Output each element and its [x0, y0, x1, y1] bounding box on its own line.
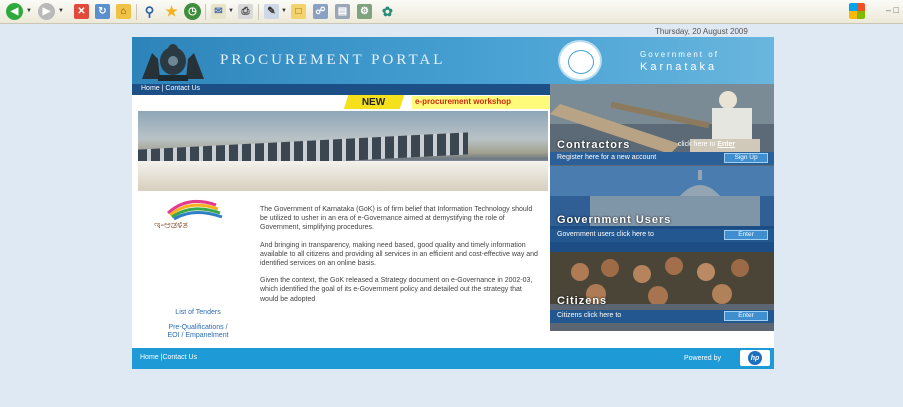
intro-paragraph-1: The Government of Karnataka (GoK) is of …: [260, 206, 533, 232]
citizens-panel: Citizens Citizens click here to Enter: [550, 252, 774, 331]
tools-icon[interactable]: ⚙: [357, 4, 372, 19]
government-users-title: Government Users: [557, 214, 672, 226]
contractors-click-prefix: click here to: [678, 141, 718, 148]
karnataka-seal-icon: [558, 40, 602, 81]
footer-links: Home |Contact Us: [140, 354, 197, 361]
citizens-title: Citizens: [557, 295, 608, 307]
history-icon[interactable]: ◷: [184, 3, 201, 20]
portal-title: PROCUREMENT PORTAL: [220, 52, 446, 68]
intro-paragraph-2: And bringing in transparency, making nee…: [260, 241, 538, 268]
karnataka-label: Karnataka: [640, 61, 718, 73]
contractors-title: Contractors: [557, 139, 631, 151]
portal-footer: Home |Contact Us Powered by hp: [132, 348, 774, 369]
top-nav: Home | Contact Us: [132, 84, 550, 95]
refresh-icon[interactable]: ↻: [95, 4, 110, 19]
list-of-tenders-link[interactable]: List of Tenders: [138, 309, 258, 317]
contractors-bar: Register here for a new account Sign Up: [550, 152, 774, 165]
back-icon[interactable]: ◀: [6, 3, 23, 20]
new-badge: NEW: [343, 95, 405, 109]
toolbar-divider: [258, 4, 259, 20]
stop-icon[interactable]: ✕: [74, 4, 89, 19]
mail-icon[interactable]: ✉: [211, 4, 226, 19]
mail-dropdown-icon[interactable]: ▼: [228, 8, 234, 14]
nav-contact-link[interactable]: Contact Us: [165, 85, 200, 92]
portal-header: PROCUREMENT PORTAL Government of Karnata…: [132, 37, 774, 84]
footer-home-link[interactable]: Home: [140, 354, 159, 361]
government-users-text: Government users click here to: [557, 231, 654, 238]
sign-up-button[interactable]: Sign Up: [724, 153, 768, 163]
intro-text: The Government of Karnataka (GoK) is of …: [260, 205, 540, 312]
karnataka-emblem-icon: [142, 44, 204, 81]
back-dropdown-icon[interactable]: ▼: [26, 8, 32, 14]
print-icon[interactable]: ⎙: [238, 4, 253, 19]
contractors-panel: Contractors click here to Enter Register…: [550, 84, 774, 166]
browser-toolbar: ◀ ▼ ▶ ▼ ✕ ↻ ⌂ ⚲ ★ ◷ ✉ ▼ ⎙ ✎ ▼ □ ☍ ▤ ⚙ ✿ …: [0, 0, 903, 24]
citizens-enter-button[interactable]: Enter: [724, 311, 768, 321]
government-users-panel: Government Users Government users click …: [550, 166, 774, 252]
dam-photo: [138, 111, 548, 191]
right-column: Contractors click here to Enter Register…: [550, 84, 774, 331]
nav-home-link[interactable]: Home: [141, 85, 160, 92]
intro-paragraph-3: Given the context, the GoK released a St…: [260, 277, 533, 303]
current-date: Thursday, 20 August 2009: [655, 27, 748, 36]
search-icon[interactable]: ⚲: [142, 4, 157, 19]
windows-logo-icon: [849, 3, 865, 19]
bluetooth-icon[interactable]: ✿: [380, 4, 395, 19]
favorites-icon[interactable]: ★: [164, 3, 179, 19]
hp-logo-text: hp: [748, 351, 762, 365]
dam-spill-shape: [138, 161, 548, 191]
toolbar-divider: [136, 4, 137, 20]
powered-by-label: Powered by: [684, 355, 721, 362]
citizens-bar: Citizens click here to Enter: [550, 310, 774, 323]
forward-dropdown-icon[interactable]: ▼: [58, 8, 64, 14]
news-row: NEW e-procurement workshop: [132, 95, 550, 111]
folder-icon[interactable]: □: [291, 4, 306, 19]
eoi-empanelment-link[interactable]: EOI / Empanelment: [138, 332, 258, 340]
government-users-bar: Government users click here to Enter: [550, 229, 774, 242]
contractors-click-here: click here to Enter: [678, 141, 735, 148]
footer-contact-link[interactable]: Contact Us: [162, 354, 197, 361]
government-of-label: Government of: [640, 50, 719, 59]
new-badge-text: NEW: [362, 96, 386, 108]
edit-icon[interactable]: ✎: [264, 4, 279, 19]
news-ticker-link[interactable]: e-procurement workshop: [412, 96, 550, 109]
government-users-enter-button[interactable]: Enter: [724, 230, 768, 240]
hp-logo-icon[interactable]: hp: [740, 350, 770, 366]
window-controls-icon[interactable]: – □: [886, 5, 899, 15]
contractors-register-text: Register here for a new account: [557, 154, 657, 161]
left-links: List of Tenders Pre-Qualifications / EOI…: [138, 309, 258, 340]
e-governance-logo-text: ಇ-ಆಡಳಿತ: [154, 220, 188, 231]
prequalifications-link[interactable]: Pre-Qualifications /: [138, 324, 258, 332]
citizens-text: Citizens click here to: [557, 312, 622, 319]
contractors-enter-link[interactable]: Enter: [717, 141, 735, 148]
edit-dropdown-icon[interactable]: ▼: [281, 8, 287, 14]
messenger-icon[interactable]: ☍: [313, 4, 328, 19]
e-governance-logo-icon: ಇ-ಆಡಳಿತ: [154, 199, 223, 231]
research-icon[interactable]: ▤: [335, 4, 350, 19]
forward-icon[interactable]: ▶: [38, 3, 55, 20]
portal-container: PROCUREMENT PORTAL Government of Karnata…: [132, 37, 774, 369]
toolbar-divider: [205, 4, 206, 20]
home-icon[interactable]: ⌂: [116, 4, 131, 19]
